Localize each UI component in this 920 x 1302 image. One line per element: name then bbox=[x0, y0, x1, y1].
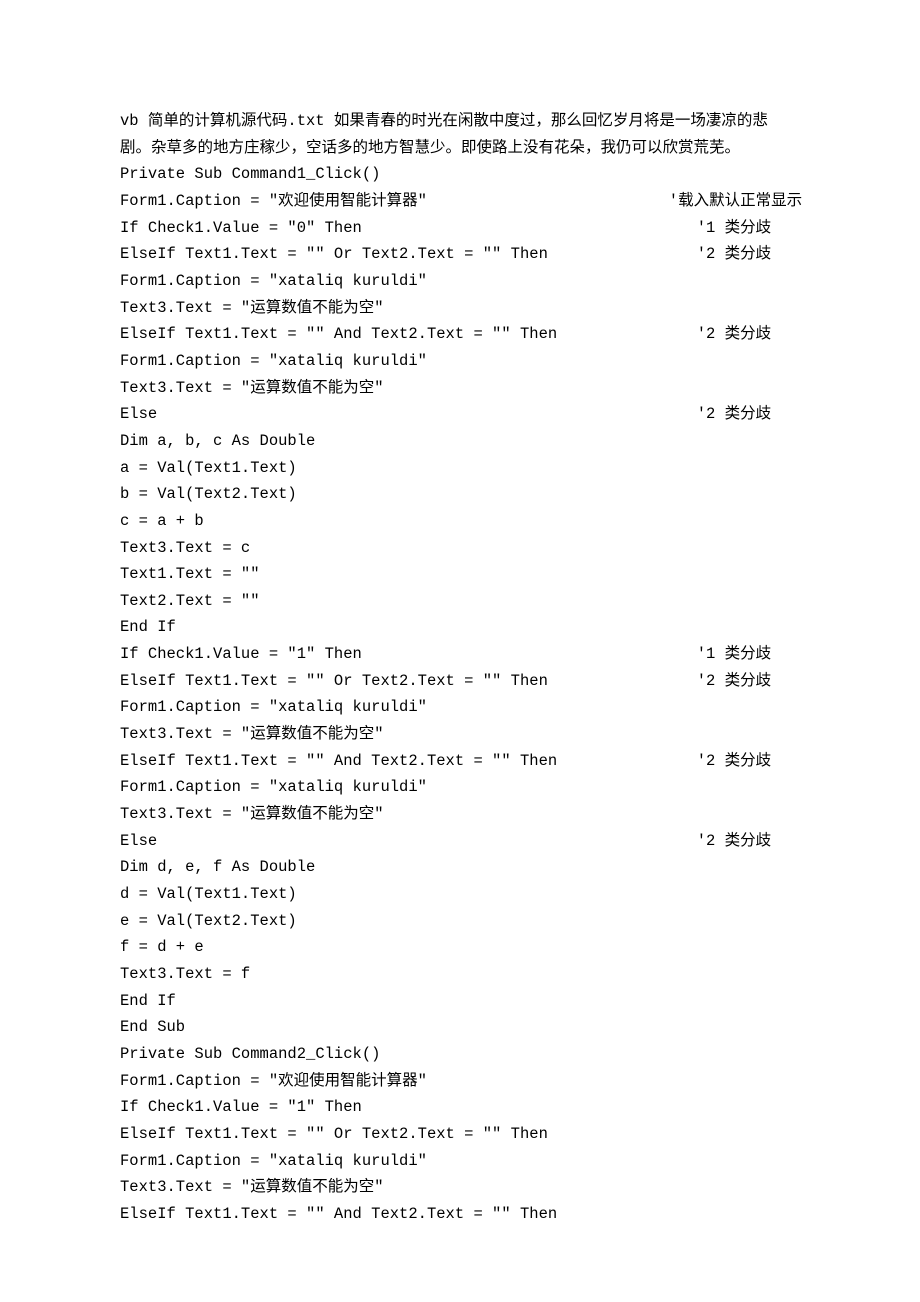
code-line: Text3.Text = "运算数值不能为空" bbox=[120, 721, 800, 748]
code-line: 剧。杂草多的地方庄稼少，空话多的地方智慧少。即使路上没有花朵，我仍可以欣赏荒芜。 bbox=[120, 135, 800, 162]
code-line: Text3.Text = "运算数值不能为空" bbox=[120, 295, 800, 322]
code-line: Form1.Caption = "xataliq kuruldi" bbox=[120, 348, 800, 375]
code-line: Form1.Caption = "xataliq kuruldi" bbox=[120, 774, 800, 801]
code-line: ElseIf Text1.Text = "" And Text2.Text = … bbox=[120, 321, 800, 348]
code-line: ElseIf Text1.Text = "" And Text2.Text = … bbox=[120, 1201, 800, 1228]
code-line: ElseIf Text1.Text = "" Or Text2.Text = "… bbox=[120, 668, 800, 695]
code-line: Form1.Caption = "xataliq kuruldi" bbox=[120, 268, 800, 295]
code-line: If Check1.Value = "1" Then '1 类分歧 bbox=[120, 641, 800, 668]
code-line: b = Val(Text2.Text) bbox=[120, 481, 800, 508]
code-line: a = Val(Text1.Text) bbox=[120, 455, 800, 482]
code-line: End If bbox=[120, 988, 800, 1015]
code-line: Else '2 类分歧 bbox=[120, 828, 800, 855]
code-line: e = Val(Text2.Text) bbox=[120, 908, 800, 935]
code-line: Text2.Text = "" bbox=[120, 588, 800, 615]
code-line: Dim a, b, c As Double bbox=[120, 428, 800, 455]
code-line: f = d + e bbox=[120, 934, 800, 961]
code-line: Else '2 类分歧 bbox=[120, 401, 800, 428]
code-line: Text3.Text = c bbox=[120, 535, 800, 562]
code-line: Dim d, e, f As Double bbox=[120, 854, 800, 881]
code-line: If Check1.Value = "0" Then '1 类分歧 bbox=[120, 215, 800, 242]
code-line: ElseIf Text1.Text = "" Or Text2.Text = "… bbox=[120, 1121, 800, 1148]
code-line: Text3.Text = "运算数值不能为空" bbox=[120, 375, 800, 402]
code-line: Text3.Text = "运算数值不能为空" bbox=[120, 801, 800, 828]
document-page: vb 简单的计算机源代码.txt 如果青春的时光在闲散中度过，那么回忆岁月将是一… bbox=[0, 0, 920, 1302]
code-line: If Check1.Value = "1" Then bbox=[120, 1094, 800, 1121]
code-line: Form1.Caption = "xataliq kuruldi" bbox=[120, 1148, 800, 1175]
code-line: End Sub bbox=[120, 1014, 800, 1041]
code-line: vb 简单的计算机源代码.txt 如果青春的时光在闲散中度过，那么回忆岁月将是一… bbox=[120, 108, 800, 135]
code-line: Private Sub Command2_Click() bbox=[120, 1041, 800, 1068]
code-line: End If bbox=[120, 614, 800, 641]
code-line: ElseIf Text1.Text = "" And Text2.Text = … bbox=[120, 748, 800, 775]
code-line: d = Val(Text1.Text) bbox=[120, 881, 800, 908]
code-line: Text3.Text = f bbox=[120, 961, 800, 988]
code-line: Text1.Text = "" bbox=[120, 561, 800, 588]
code-line: Private Sub Command1_Click() bbox=[120, 161, 800, 188]
code-line: Form1.Caption = "欢迎使用智能计算器" bbox=[120, 1068, 800, 1095]
code-line: c = a + b bbox=[120, 508, 800, 535]
code-line: ElseIf Text1.Text = "" Or Text2.Text = "… bbox=[120, 241, 800, 268]
code-line: Form1.Caption = "xataliq kuruldi" bbox=[120, 694, 800, 721]
code-line: Form1.Caption = "欢迎使用智能计算器" '载入默认正常显示 bbox=[120, 188, 800, 215]
code-line: Text3.Text = "运算数值不能为空" bbox=[120, 1174, 800, 1201]
